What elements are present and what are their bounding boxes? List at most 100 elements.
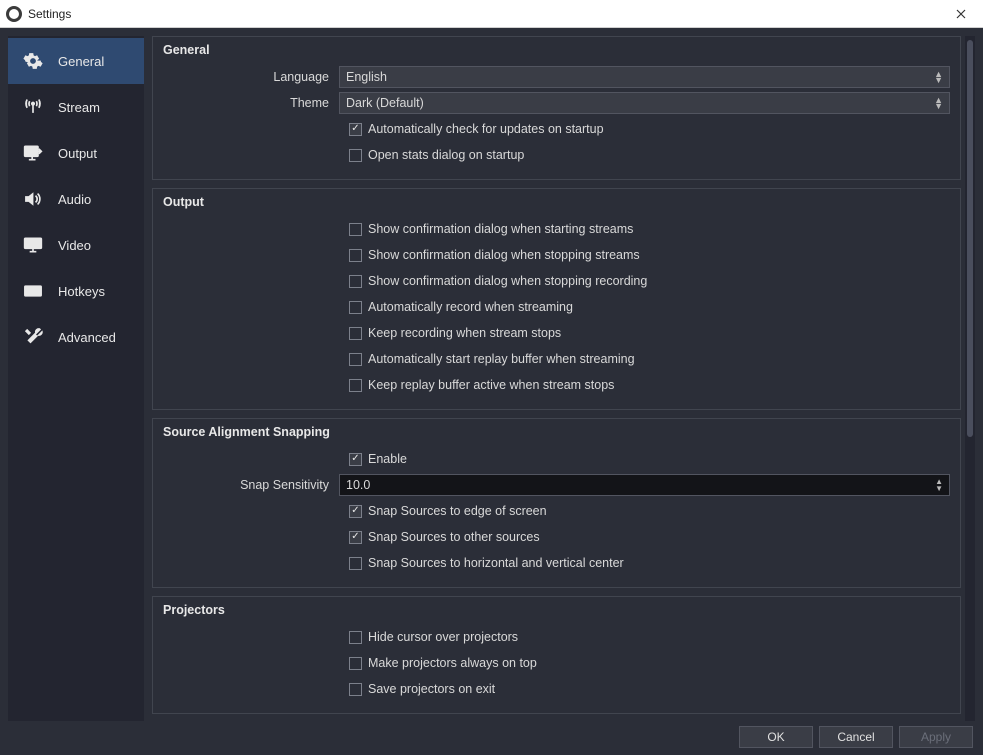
output-opt-3[interactable]: Automatically record when streaming [349,300,573,314]
checkbox-label: Automatically check for updates on start… [368,122,604,136]
snap-sensitivity-value: 10.0 [346,478,370,492]
theme-select[interactable]: Dark (Default) ▲▼ [339,92,950,114]
checkbox-icon [349,631,362,644]
output-opt-1[interactable]: Show confirmation dialog when stopping s… [349,248,640,262]
scrollbar-thumb[interactable] [967,40,973,437]
group-title: Projectors [163,603,950,617]
title-bar: Settings [0,0,983,28]
checkbox-label: Snap Sources to horizontal and vertical … [368,556,624,570]
scrollbar[interactable] [965,36,975,721]
dialog-footer: OK Cancel Apply [0,721,983,755]
updown-icon: ▲▼ [934,71,943,83]
antenna-icon [20,97,46,117]
theme-label: Theme [163,96,339,110]
snap-sensitivity-input[interactable]: 10.0 ▲▼ [339,474,950,496]
sidebar-item-audio[interactable]: Audio [8,176,144,222]
checkbox-icon [349,123,362,136]
close-icon [956,9,966,19]
sidebar-item-advanced[interactable]: Advanced [8,314,144,360]
output-opt-4[interactable]: Keep recording when stream stops [349,326,561,340]
sidebar-item-label: Audio [58,192,91,207]
checkbox-label: Enable [368,452,407,466]
monitor-icon [20,235,46,255]
sidebar-item-label: Hotkeys [58,284,105,299]
checkbox-label: Hide cursor over projectors [368,630,518,644]
projectors-opt-0[interactable]: Hide cursor over projectors [349,630,518,644]
cancel-button[interactable]: Cancel [819,726,893,748]
sidebar-item-label: Output [58,146,97,161]
checkbox-label: Keep replay buffer active when stream st… [368,378,614,392]
checkbox-label: Show confirmation dialog when stopping r… [368,274,647,288]
speaker-icon [20,189,46,209]
snapping-enable-checkbox[interactable]: Enable [349,452,407,466]
output-icon [20,143,46,163]
group-title: Source Alignment Snapping [163,425,950,439]
checkbox-icon [349,505,362,518]
group-title: Output [163,195,950,209]
tools-icon [20,327,46,347]
checkbox-icon [349,223,362,236]
group-general: General Language English ▲▼ Theme Dar [152,36,961,180]
checkbox-icon [349,149,362,162]
checkbox-label: Make projectors always on top [368,656,537,670]
settings-content: General Language English ▲▼ Theme Dar [152,36,965,721]
checkbox-label: Snap Sources to edge of screen [368,504,547,518]
keyboard-icon [20,281,46,301]
spin-buttons-icon[interactable]: ▲▼ [935,478,943,492]
output-opt-6[interactable]: Keep replay buffer active when stream st… [349,378,614,392]
snapping-opt-2[interactable]: Snap Sources to horizontal and vertical … [349,556,624,570]
group-snapping: Source Alignment Snapping Enable Snap Se… [152,418,961,588]
checkbox-icon [349,249,362,262]
apply-button[interactable]: Apply [899,726,973,748]
sidebar-item-stream[interactable]: Stream [8,84,144,130]
group-output: Output Show confirmation dialog when sta… [152,188,961,410]
group-title: General [163,43,950,57]
sidebar-item-output[interactable]: Output [8,130,144,176]
checkbox-label: Snap Sources to other sources [368,530,540,544]
checkbox-label: Open stats dialog on startup [368,148,524,162]
group-projectors: Projectors Hide cursor over projectors M… [152,596,961,714]
output-opt-5[interactable]: Automatically start replay buffer when s… [349,352,635,366]
window-title: Settings [28,7,71,21]
projectors-opt-1[interactable]: Make projectors always on top [349,656,537,670]
sidebar-item-label: General [58,54,104,69]
checkbox-icon [349,683,362,696]
checkbox-icon [349,275,362,288]
checkbox-icon [349,353,362,366]
projectors-opt-2[interactable]: Save projectors on exit [349,682,495,696]
settings-window: Settings General Stream [0,0,983,755]
language-select[interactable]: English ▲▼ [339,66,950,88]
snapping-opt-0[interactable]: Snap Sources to edge of screen [349,504,547,518]
checkbox-icon [349,453,362,466]
language-value: English [346,70,387,84]
checkbox-icon [349,301,362,314]
checkbox-icon [349,379,362,392]
checkbox-icon [349,557,362,570]
gear-icon [20,51,46,71]
sidebar: General Stream Output Audio [8,36,144,721]
output-opt-2[interactable]: Show confirmation dialog when stopping r… [349,274,647,288]
sidebar-item-label: Video [58,238,91,253]
output-opt-0[interactable]: Show confirmation dialog when starting s… [349,222,633,236]
updown-icon: ▲▼ [934,97,943,109]
checkbox-label: Show confirmation dialog when starting s… [368,222,633,236]
theme-value: Dark (Default) [346,96,424,110]
checkbox-icon [349,327,362,340]
sidebar-item-general[interactable]: General [8,38,144,84]
open-stats-checkbox[interactable]: Open stats dialog on startup [349,148,524,162]
sidebar-item-video[interactable]: Video [8,222,144,268]
checkbox-label: Keep recording when stream stops [368,326,561,340]
checkbox-label: Show confirmation dialog when stopping s… [368,248,640,262]
snap-sensitivity-label: Snap Sensitivity [163,478,339,492]
ok-button[interactable]: OK [739,726,813,748]
app-icon [6,6,22,22]
snapping-opt-1[interactable]: Snap Sources to other sources [349,530,540,544]
close-button[interactable] [945,4,977,24]
checkbox-label: Save projectors on exit [368,682,495,696]
sidebar-item-hotkeys[interactable]: Hotkeys [8,268,144,314]
language-label: Language [163,70,339,84]
auto-update-checkbox[interactable]: Automatically check for updates on start… [349,122,604,136]
checkbox-icon [349,531,362,544]
sidebar-item-label: Stream [58,100,100,115]
sidebar-item-label: Advanced [58,330,116,345]
